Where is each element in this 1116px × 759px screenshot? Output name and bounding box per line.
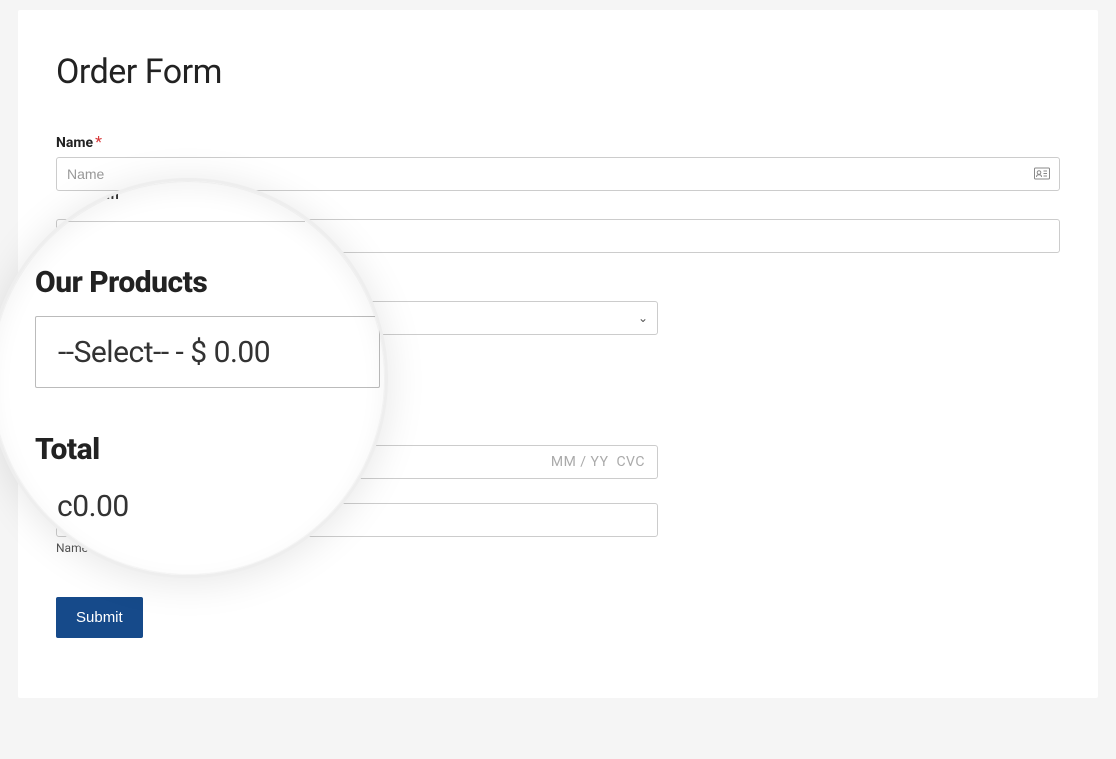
magnified-divider [33, 221, 305, 222]
submit-button[interactable]: Submit [56, 597, 143, 638]
contact-card-icon[interactable] [1034, 165, 1050, 184]
required-star: * [95, 132, 102, 151]
magnified-total-heading: Total [35, 432, 355, 467]
name-label: Name [56, 135, 93, 151]
magnifier-overlay: ail Our Products --Select-- - $ 0.00 Tot… [0, 178, 388, 578]
card-expiry-cvc-placeholder: MM / YY CVC [551, 454, 645, 470]
page-title: Order Form [56, 52, 1060, 92]
magnified-email-fragment: ail [99, 181, 119, 205]
magnified-total-value: c0.00 [35, 489, 355, 524]
magnified-products-heading: Our Products [35, 265, 355, 300]
magnified-selected-option: --Select-- - $ 0.00 [58, 335, 270, 370]
magnified-products-select[interactable]: --Select-- - $ 0.00 [35, 316, 380, 388]
